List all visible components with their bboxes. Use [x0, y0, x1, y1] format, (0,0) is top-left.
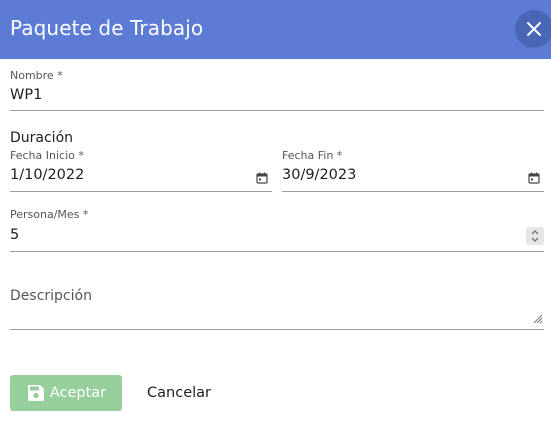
- name-label: Nombre *: [10, 69, 63, 82]
- calendar-icon[interactable]: [527, 171, 541, 185]
- close-icon: [527, 22, 541, 36]
- description-underline: [10, 329, 544, 330]
- name-input[interactable]: WP1: [10, 87, 42, 103]
- dialog-title: Paquete de Trabajo: [10, 16, 204, 40]
- spinner-arrows-icon: [531, 230, 539, 242]
- calendar-icon[interactable]: [255, 171, 269, 185]
- accept-label: Aceptar: [49, 385, 107, 401]
- duration-title: Duración: [10, 130, 74, 146]
- number-spinner[interactable]: [526, 227, 544, 245]
- cancel-button[interactable]: Cancelar: [138, 375, 220, 411]
- save-icon: [27, 385, 44, 401]
- end-date-label: Fecha Fin *: [282, 149, 343, 162]
- description-textarea[interactable]: Descripción: [10, 288, 92, 304]
- close-button[interactable]: [515, 10, 551, 48]
- resize-handle-icon[interactable]: [533, 314, 543, 324]
- start-date-underline: [10, 191, 272, 192]
- start-date-input[interactable]: 1/10/2022: [10, 167, 84, 183]
- end-date-input[interactable]: 30/9/2023: [282, 167, 356, 183]
- person-month-input[interactable]: 5: [10, 227, 19, 243]
- dialog-header: Paquete de Trabajo: [0, 0, 551, 59]
- person-month-underline: [10, 251, 544, 252]
- person-month-label: Persona/Mes *: [10, 208, 89, 221]
- start-date-label: Fecha Inicio *: [10, 149, 84, 162]
- name-underline: [10, 110, 544, 111]
- cancel-label: Cancelar: [147, 385, 211, 401]
- end-date-underline: [282, 191, 544, 192]
- accept-button[interactable]: Aceptar: [10, 375, 122, 411]
